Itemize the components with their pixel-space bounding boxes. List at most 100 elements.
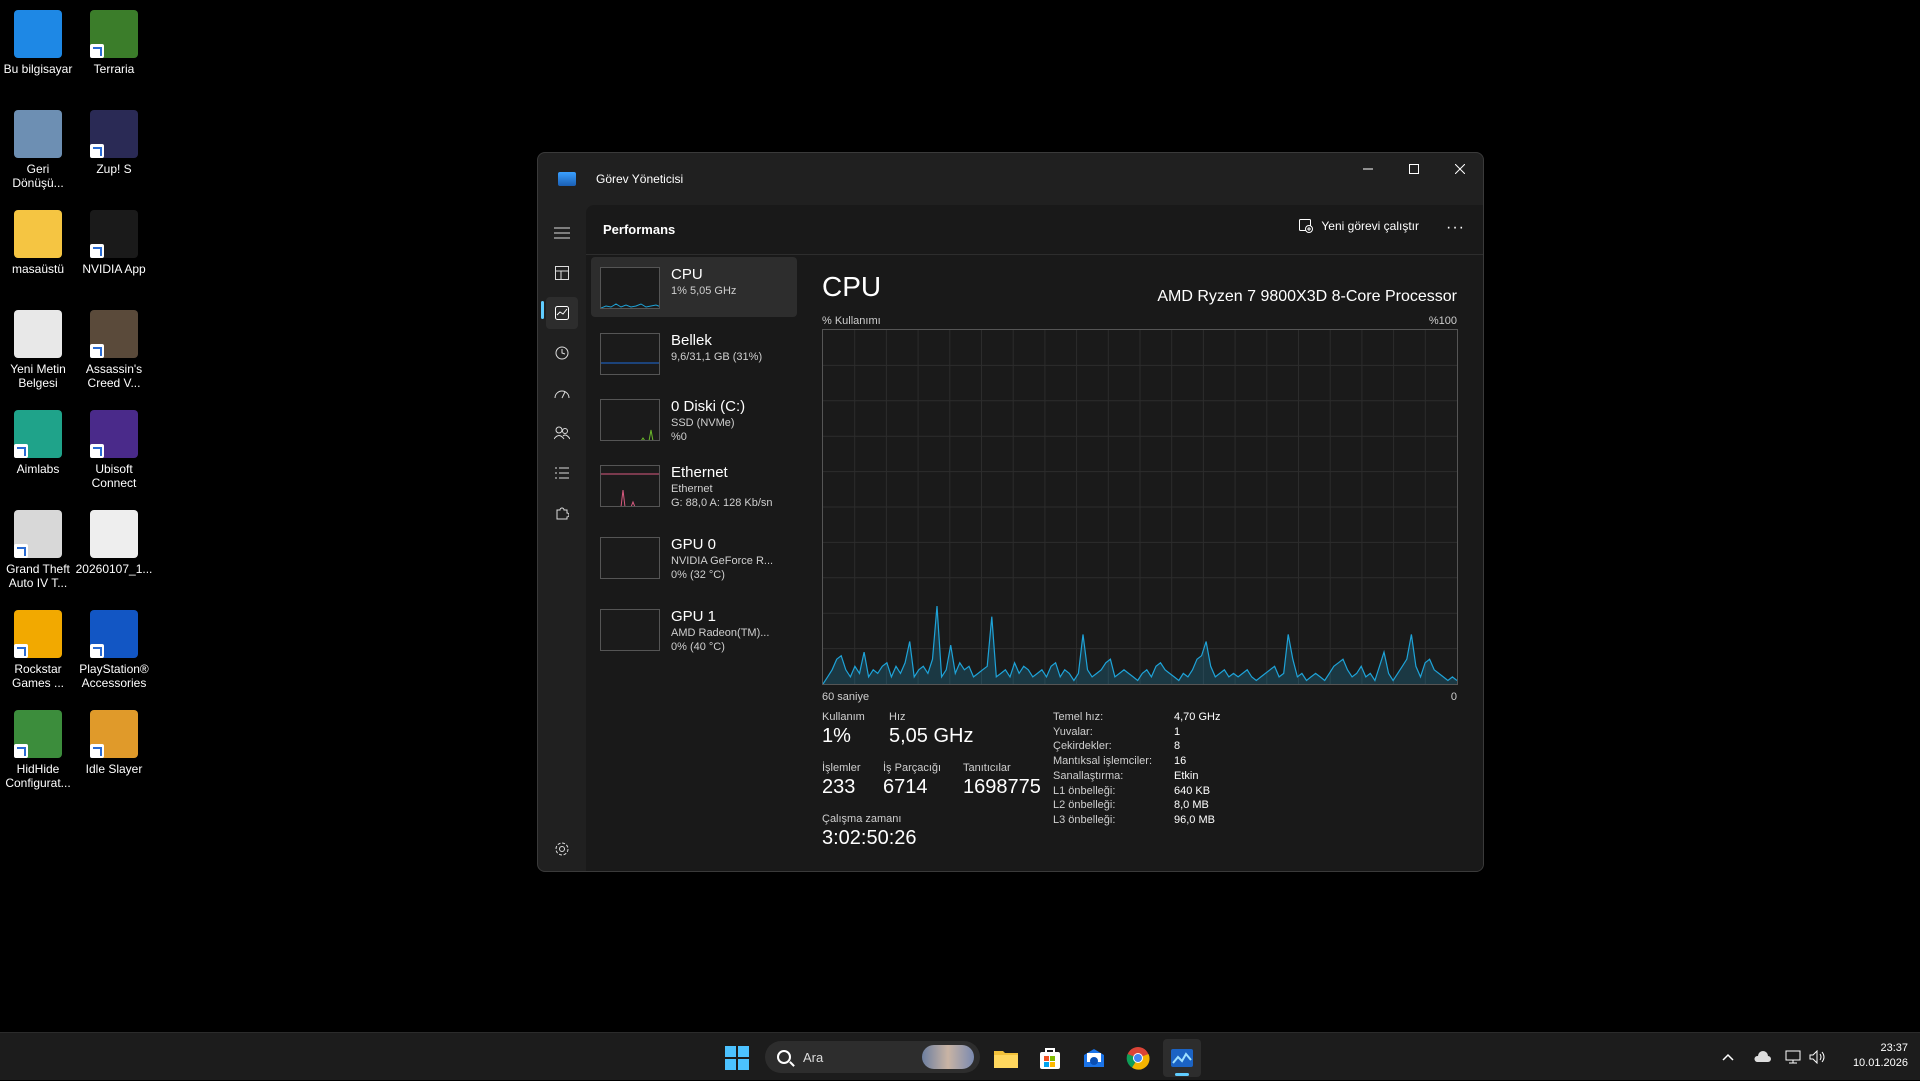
sidebar-item-startup-apps[interactable]: [546, 377, 578, 409]
device-thumbnail-graph: [600, 399, 660, 441]
sidebar: [538, 205, 586, 871]
network-tray-button[interactable]: [1785, 1033, 1801, 1081]
taskbar-search[interactable]: Ara: [765, 1041, 980, 1073]
spec-label: L3 önbelleği:: [1053, 813, 1116, 826]
taskbar: Ara 23:37 10.01.2026: [0, 1032, 1920, 1080]
desktop-icon[interactable]: HidHide Configurat...: [0, 710, 76, 790]
desktop-icon-label: Yeni Metin Belgesi: [10, 362, 66, 390]
device-sub-text: G: 88,0 A: 128 Kb/sn: [671, 497, 773, 509]
hidhide-icon: [14, 710, 62, 758]
spec-value: 1: [1174, 725, 1181, 738]
device-item-0-diski-c[interactable]: 0 Diski (C:) SSD (NVMe) %0: [591, 389, 797, 449]
uptime-stat-label: Çalışma zamanı: [822, 813, 902, 825]
graph-time-left: 60 saniye: [822, 691, 870, 703]
device-item-gpu-1[interactable]: GPU 1 AMD Radeon(TM)... 0% (40 °C): [591, 599, 797, 659]
mail-icon: [1084, 1049, 1104, 1067]
run-new-task-label: Yeni görevi çalıştır: [1321, 219, 1419, 233]
sidebar-item-details[interactable]: [546, 457, 578, 489]
desktop-icon[interactable]: Grand Theft Auto IV T...: [0, 510, 76, 590]
desktop-icon[interactable]: Zup! S: [76, 110, 152, 176]
desktop-icon-label: HidHide Configurat...: [5, 762, 71, 790]
windows-logo-icon: [725, 1046, 749, 1070]
task-manager-taskbar-button[interactable]: [1163, 1039, 1201, 1077]
network-icon: [1785, 1050, 1801, 1064]
desktop-icon[interactable]: Idle Slayer: [76, 710, 152, 776]
spec-label: L2 önbelleği:: [1053, 799, 1116, 812]
device-item-bellek[interactable]: Bellek 9,6/31,1 GB (31%): [591, 323, 797, 383]
desktop-icon[interactable]: Yeni Metin Belgesi: [0, 310, 76, 390]
main-panel: Performans Yeni görevi çalıştır ··· CPU 1…: [586, 205, 1483, 871]
clock-date: 10.01.2026: [1852, 1057, 1908, 1069]
device-name: GPU 0: [671, 536, 717, 553]
list-icon: [555, 467, 569, 479]
device-name: GPU 1: [671, 608, 717, 625]
chrome-button[interactable]: [1119, 1039, 1157, 1077]
tree-icon: [90, 10, 138, 58]
desktop-icon[interactable]: Terraria: [76, 10, 152, 76]
desktop-icon[interactable]: Rockstar Games ...: [0, 610, 76, 690]
settings-button[interactable]: [546, 833, 578, 865]
shortcut-arrow-icon: [14, 444, 28, 458]
detail-title: CPU: [822, 271, 882, 302]
device-thumbnail-spike: [620, 489, 636, 506]
recycle-bin-icon: [14, 110, 62, 158]
max-axis-label: %100: [1428, 315, 1457, 327]
device-item-ethernet[interactable]: Ethernet Ethernet G: 88,0 A: 128 Kb/sn: [591, 455, 797, 521]
desktop-icon-label: Ubisoft Connect: [91, 462, 137, 490]
threads-stat-value: 6714: [883, 776, 928, 798]
close-icon: [1455, 164, 1465, 174]
microsoft-store-button[interactable]: [1031, 1039, 1069, 1077]
device-thumbnail-graph: [600, 537, 660, 579]
desktop-icon[interactable]: PlayStation® Accessories: [76, 610, 152, 690]
desktop-icon[interactable]: Ubisoft Connect: [76, 410, 152, 490]
device-item-cpu[interactable]: CPU 1% 5,05 GHz: [591, 257, 797, 317]
spec-value: 4,70 GHz: [1174, 711, 1221, 723]
sidebar-item-performance[interactable]: [546, 297, 578, 329]
spec-label: Mantıksal işlemciler:: [1053, 755, 1153, 768]
more-options-button[interactable]: ···: [1446, 219, 1465, 237]
processes-stat-value: 233: [822, 776, 856, 798]
device-item-gpu-0[interactable]: GPU 0 NVIDIA GeForce R... 0% (32 °C): [591, 527, 797, 593]
show-hidden-icons-button[interactable]: [1722, 1033, 1734, 1081]
sidebar-item-users[interactable]: [546, 417, 578, 449]
volume-tray-button[interactable]: [1809, 1033, 1827, 1081]
minimize-button[interactable]: [1345, 153, 1391, 185]
rockstar-icon: [14, 610, 62, 658]
desktop-icon[interactable]: Bu bilgisayar: [0, 10, 76, 76]
hamburger-menu-button[interactable]: [546, 217, 578, 249]
desktop-icon[interactable]: Aimlabs: [0, 410, 76, 476]
desktop-icon-label: 20260107_1...: [75, 562, 153, 576]
ubisoft-icon: [90, 410, 138, 458]
playstation-icon: [90, 610, 138, 658]
desktop-icon[interactable]: NVIDIA App: [76, 210, 152, 276]
close-button[interactable]: [1437, 153, 1483, 185]
cpu-graph-svg: [822, 330, 1458, 685]
clock-time: 23:37: [1880, 1042, 1908, 1054]
assassins-creed-icon: [90, 310, 138, 358]
desktop-icon-label: Terraria: [93, 62, 135, 76]
search-highlight-image: [922, 1045, 974, 1069]
clock[interactable]: 23:37 10.01.2026: [1853, 1041, 1908, 1071]
file-explorer-button[interactable]: [987, 1039, 1025, 1077]
device-thumbnail-graph: [600, 465, 660, 507]
device-thumbnail-line: [601, 303, 659, 308]
title-bar[interactable]: Görev Yöneticisi: [538, 153, 1483, 205]
sidebar-item-processes[interactable]: [546, 257, 578, 289]
outlook-button[interactable]: [1075, 1039, 1113, 1077]
device-thumbnail-graph: [600, 333, 660, 375]
desktop-icon[interactable]: Geri Dönüşü...: [0, 110, 76, 190]
device-name: 0 Diski (C:): [671, 398, 746, 415]
spec-value: 8: [1174, 740, 1181, 753]
shortcut-arrow-icon: [90, 44, 104, 58]
desktop-icon[interactable]: masaüstü: [0, 210, 76, 276]
sidebar-item-app-history[interactable]: [546, 337, 578, 369]
video-file-icon: [90, 510, 138, 558]
start-button[interactable]: [718, 1039, 756, 1077]
sidebar-item-services[interactable]: [546, 497, 578, 529]
desktop-icon-label: Zup! S: [96, 162, 132, 176]
onedrive-tray-button[interactable]: [1753, 1033, 1771, 1081]
maximize-button[interactable]: [1391, 153, 1437, 185]
desktop-icon[interactable]: 20260107_1...: [76, 510, 152, 576]
run-new-task-button[interactable]: Yeni görevi çalıştır: [1299, 219, 1419, 233]
desktop-icon[interactable]: Assassin's Creed V...: [76, 310, 152, 390]
